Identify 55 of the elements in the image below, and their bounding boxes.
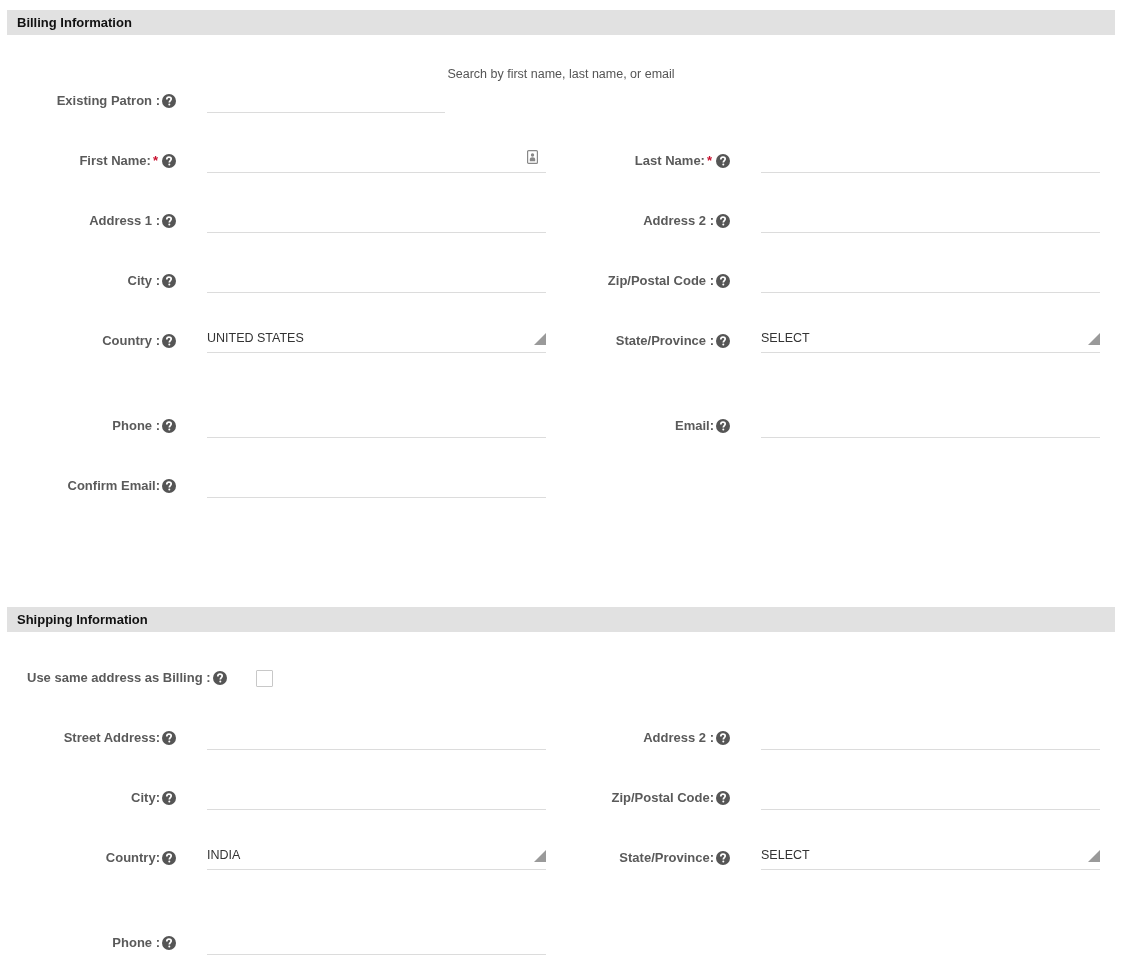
- help-icon[interactable]: [212, 671, 227, 685]
- checkbox[interactable]: [256, 669, 273, 687]
- field-label: First Name:: [79, 153, 151, 169]
- field-label: Last Name:: [634, 153, 705, 169]
- field-label: Confirm Email:: [67, 478, 160, 494]
- dropdown[interactable]: SELECT: [761, 323, 1100, 353]
- help-icon[interactable]: [162, 936, 176, 950]
- help-icon[interactable]: [716, 851, 730, 865]
- field-label: Address 1 :: [89, 213, 160, 229]
- contact-card-icon[interactable]: [527, 149, 538, 164]
- help-icon[interactable]: [162, 479, 176, 493]
- field-label: Email:: [675, 418, 714, 434]
- required-asterisk: *: [152, 153, 158, 169]
- caret-icon: [534, 849, 546, 862]
- section-header: Shipping Information: [7, 607, 1115, 632]
- help-icon[interactable]: [162, 731, 176, 745]
- field-label: State/Province:: [619, 850, 714, 866]
- field-label: Phone :: [112, 418, 160, 434]
- help-icon[interactable]: [716, 791, 730, 805]
- dropdown[interactable]: SELECT: [761, 840, 1100, 870]
- help-icon[interactable]: [716, 334, 730, 348]
- help-icon[interactable]: [162, 274, 176, 288]
- caret-icon: [534, 332, 546, 345]
- help-icon[interactable]: [716, 731, 730, 745]
- help-icon[interactable]: [162, 334, 176, 348]
- field-label: Country:: [105, 850, 160, 866]
- field-label: Existing Patron :: [56, 93, 160, 109]
- field-label: City:: [131, 790, 160, 806]
- help-icon[interactable]: [162, 791, 176, 805]
- field-label: State/Province :: [615, 333, 714, 349]
- help-icon[interactable]: [162, 214, 176, 228]
- field-label: Zip/Postal Code :: [607, 273, 714, 289]
- field-label: Address 2 :: [643, 213, 714, 229]
- search-hint: Search by first name, last name, or email: [447, 67, 675, 81]
- help-icon[interactable]: [716, 419, 730, 433]
- caret-icon: [1088, 849, 1100, 862]
- section-header: Billing Information: [7, 10, 1115, 35]
- help-icon[interactable]: [162, 851, 176, 865]
- help-icon[interactable]: [162, 94, 176, 108]
- field-label: City :: [127, 273, 160, 289]
- caret-icon: [1088, 332, 1100, 345]
- required-asterisk: *: [706, 153, 712, 169]
- help-icon[interactable]: [162, 419, 176, 433]
- field-label: Street Address:: [63, 730, 160, 746]
- help-icon[interactable]: [716, 154, 730, 168]
- field-label: Zip/Postal Code:: [611, 790, 714, 806]
- help-icon[interactable]: [716, 274, 730, 288]
- dropdown[interactable]: UNITED STATES: [207, 323, 546, 353]
- field-label: Country :: [102, 333, 160, 349]
- dropdown[interactable]: INDIA: [207, 840, 546, 870]
- field-label: Phone :: [112, 935, 160, 951]
- field-label: Address 2 :: [643, 730, 714, 746]
- field-label: Use same address as Billing :: [27, 670, 211, 686]
- help-icon[interactable]: [716, 214, 730, 228]
- help-icon[interactable]: [162, 154, 176, 168]
